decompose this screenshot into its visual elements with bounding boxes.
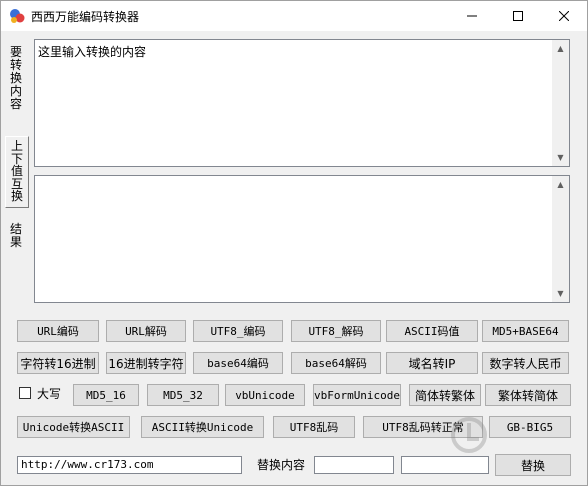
window-title: 西西万能编码转换器 xyxy=(31,10,140,24)
replace-content-label: 替换内容 xyxy=(257,458,306,472)
md5-32-button[interactable]: MD5_32 xyxy=(147,384,219,406)
unicode-to-ascii-button[interactable]: Unicode转换ASCII xyxy=(17,416,130,438)
number-to-rmb-button[interactable]: 数字转人民币 xyxy=(482,352,569,374)
swap-values-label: 上下值互换 xyxy=(10,139,23,203)
maximize-button[interactable] xyxy=(495,1,541,31)
title-bar: 西西万能编码转换器 xyxy=(1,1,587,31)
ascii-to-unicode-button[interactable]: ASCII转换Unicode xyxy=(141,416,264,438)
swap-values-button[interactable]: 上下值互换 xyxy=(5,136,29,208)
output-scrollbar[interactable]: ▲ ▼ xyxy=(552,176,569,302)
simp-to-trad-button[interactable]: 简体转繁体 xyxy=(409,384,481,406)
app-window: 西西万能编码转换器 要转换内容 上下值互换 结果 这里输入转换的内容 ▲ ▼ ▲… xyxy=(0,0,588,486)
output-textarea[interactable]: ▲ ▼ xyxy=(34,175,570,303)
vbformunicode-button[interactable]: vbFormUnicode xyxy=(313,384,401,406)
trad-to-simp-button[interactable]: 繁体转简体 xyxy=(485,384,571,406)
md5-16-button[interactable]: MD5_16 xyxy=(73,384,139,406)
result-label: 结果 xyxy=(9,222,22,249)
maximize-icon xyxy=(513,11,523,21)
url-encode-button[interactable]: URL编码 xyxy=(17,320,99,342)
close-icon xyxy=(559,11,569,21)
watermark xyxy=(449,409,579,465)
utf8-decode-button[interactable]: UTF8_解码 xyxy=(291,320,381,342)
find-text-field[interactable] xyxy=(314,456,394,474)
minimize-button[interactable] xyxy=(449,1,495,31)
str-to-hex-button[interactable]: 字符转16进制 xyxy=(17,352,99,374)
input-text: 这里输入转换的内容 xyxy=(38,45,147,59)
md5-base64-button[interactable]: MD5+BASE64 xyxy=(482,320,569,342)
input-scrollbar[interactable]: ▲ ▼ xyxy=(552,40,569,166)
domain-to-ip-button[interactable]: 域名转IP xyxy=(386,352,478,374)
utf8-encode-button[interactable]: UTF8_编码 xyxy=(193,320,283,342)
uppercase-checkbox[interactable] xyxy=(19,387,31,399)
app-icon xyxy=(10,9,25,23)
base64-decode-button[interactable]: base64解码 xyxy=(291,352,381,374)
url-field[interactable]: http://www.cr173.com xyxy=(17,456,242,474)
base64-encode-button[interactable]: base64编码 xyxy=(193,352,283,374)
ascii-value-button[interactable]: ASCII码值 xyxy=(386,320,478,342)
scroll-down-icon[interactable]: ▼ xyxy=(552,149,569,166)
close-button[interactable] xyxy=(541,1,587,31)
scroll-up-icon[interactable]: ▲ xyxy=(552,176,569,193)
watermark-logo-icon xyxy=(451,417,487,453)
uppercase-label: 大写 xyxy=(37,387,62,401)
url-decode-button[interactable]: URL解码 xyxy=(106,320,186,342)
scroll-down-icon[interactable]: ▼ xyxy=(552,285,569,302)
minimize-icon xyxy=(467,15,477,17)
utf8-garbled-button[interactable]: UTF8乱码 xyxy=(273,416,355,438)
input-label: 要转换内容 xyxy=(9,45,22,111)
hex-to-str-button[interactable]: 16进制转字符 xyxy=(106,352,186,374)
input-textarea[interactable]: 这里输入转换的内容 ▲ ▼ xyxy=(34,39,570,167)
vbunicode-button[interactable]: vbUnicode xyxy=(225,384,305,406)
scroll-up-icon[interactable]: ▲ xyxy=(552,40,569,57)
